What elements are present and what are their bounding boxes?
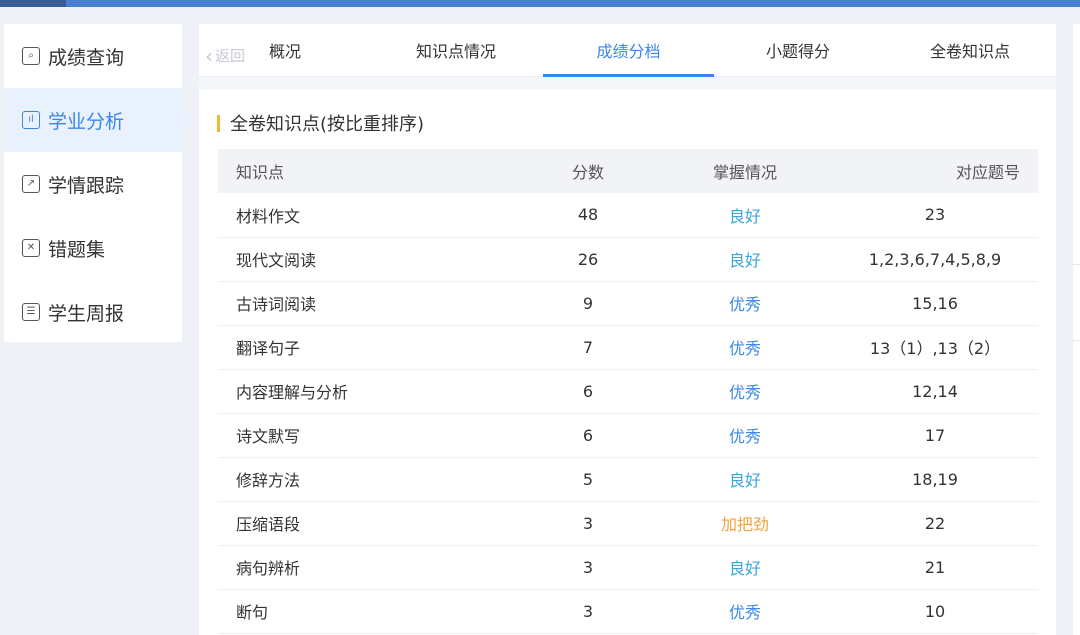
sidebar-item-label: 学业分析: [48, 110, 125, 133]
cell-score: 5: [582, 469, 594, 489]
cell-mastery: 良好: [728, 251, 761, 270]
table-row: 现代文阅读 26 良好 1,2,3,6,7,4,5,8,9: [218, 237, 1038, 281]
table-row: 翻译句子 7 优秀 13（1）,13（2）: [218, 325, 1038, 369]
cell-mastery: 良好: [728, 559, 761, 578]
cell-knowledge-point: 材料作文: [236, 206, 301, 226]
back-label: 返回: [215, 47, 246, 65]
cell-knowledge-point: 古诗词阅读: [236, 295, 317, 314]
header-score: 分数: [571, 163, 604, 182]
sidebar-item-label: 学情跟踪: [48, 174, 125, 197]
adjacent-panel-edge: [1073, 24, 1080, 635]
table-row: 诗文默写 6 优秀 17: [218, 413, 1038, 457]
cell-knowledge-point: 内容理解与分析: [236, 383, 349, 402]
cell-mastery: 优秀: [728, 339, 761, 358]
cell-score: 6: [582, 425, 594, 445]
cell-question-numbers: 17: [924, 425, 946, 445]
cell-mastery: 良好: [728, 471, 761, 490]
header-mastery: 掌握情况: [712, 163, 777, 182]
table-row: 病句辨析 3 良好 21: [218, 545, 1038, 589]
cell-question-numbers: 13（1）,13（2）: [869, 339, 1001, 358]
cell-knowledge-point: 翻译句子: [236, 339, 301, 358]
cell-mastery: 良好: [728, 206, 761, 226]
divider: [1073, 264, 1080, 265]
tab-divider: [199, 77, 1056, 90]
trend-icon: ↗: [22, 175, 40, 193]
cell-knowledge-point: 病句辨析: [236, 559, 301, 578]
tab-question-scores[interactable]: 小题得分: [752, 38, 844, 77]
table-row: 材料作文 48 良好 23: [218, 193, 1038, 237]
cell-mastery: 优秀: [728, 295, 761, 314]
tab-overview[interactable]: 概况: [255, 38, 315, 77]
cell-knowledge-point: 修辞方法: [236, 471, 301, 490]
cell-score: 48: [577, 205, 599, 225]
cell-knowledge-point: 压缩语段: [236, 515, 301, 534]
top-bar: [0, 0, 1080, 7]
table-row: 古诗词阅读 9 优秀 15,16: [218, 281, 1038, 325]
close-box-icon: ✕: [22, 239, 40, 257]
table-header-row: 知识点 分数 掌握情况 对应题号: [218, 149, 1038, 193]
cell-question-numbers: 12,14: [912, 381, 958, 401]
sidebar-item-score-query[interactable]: ⌕ 成绩查询: [4, 24, 182, 88]
table-row: 修辞方法 5 良好 18,19: [218, 457, 1038, 501]
cell-score: 9: [582, 293, 594, 313]
cell-score: 26: [577, 249, 599, 269]
section-title-text: 全卷知识点(按比重排序): [230, 114, 425, 135]
cell-question-numbers: 10: [924, 601, 946, 621]
bar-chart-icon: ıl: [22, 111, 40, 129]
sidebar-item-academic-analysis[interactable]: ıl 学业分析: [4, 88, 194, 152]
table-row: 压缩语段 3 加把劲 22: [218, 501, 1038, 545]
cell-question-numbers: 18,19: [912, 469, 958, 489]
sidebar-item-learning-tracking[interactable]: ↗ 学情跟踪: [4, 152, 182, 216]
table-row: 内容理解与分析 6 优秀 12,14: [218, 369, 1038, 413]
cell-question-numbers: 23: [924, 205, 946, 225]
main-panel: ‹ 返回 概况 知识点情况 成绩分档 小题得分 全卷知识点 全卷知识点(按比重排…: [199, 24, 1056, 635]
cell-question-numbers: 15,16: [912, 293, 958, 313]
cell-knowledge-point: 现代文阅读: [236, 251, 317, 270]
knowledge-table: 知识点 分数 掌握情况 对应题号 材料作文 48 良好 23 现代文阅读 26 良好 1,2…: [218, 149, 1038, 634]
divider: [1073, 340, 1080, 341]
cell-question-numbers: 22: [924, 513, 946, 533]
sidebar-item-label: 错题集: [48, 238, 106, 261]
top-bar-logo-area: [0, 0, 66, 7]
cell-question-numbers: 1,2,3,6,7,4,5,8,9: [868, 249, 1002, 269]
cell-mastery: 加把劲: [720, 515, 769, 534]
search-icon: ⌕: [22, 47, 40, 65]
cell-knowledge-point: 诗文默写: [236, 427, 301, 446]
cell-mastery: 优秀: [728, 427, 761, 446]
header-question-numbers: 对应题号: [955, 163, 1020, 182]
cell-score: 3: [582, 513, 594, 533]
section-marker: [217, 114, 220, 132]
sidebar-item-weekly-report[interactable]: ☰ 学生周报: [4, 280, 182, 344]
sidebar: ⌕ 成绩查询 ıl 学业分析 ↗ 学情跟踪 ✕ 错题集 ☰ 学生周报: [4, 24, 194, 344]
tab-score-levels[interactable]: 成绩分档: [543, 38, 714, 77]
tab-knowledge-status[interactable]: 知识点情况: [401, 38, 511, 77]
header-knowledge-point: 知识点: [236, 163, 285, 182]
table-row: 断句 3 优秀 10: [218, 589, 1038, 633]
cell-mastery: 优秀: [728, 383, 761, 402]
list-icon: ☰: [22, 303, 40, 321]
sidebar-item-label: 学生周报: [48, 302, 125, 325]
tab-bar: ‹ 返回 概况 知识点情况 成绩分档 小题得分 全卷知识点: [199, 24, 1056, 77]
cell-mastery: 优秀: [728, 603, 761, 622]
cell-knowledge-point: 断句: [236, 603, 269, 622]
sidebar-item-wrong-questions[interactable]: ✕ 错题集: [4, 216, 182, 280]
cell-score: 3: [582, 601, 594, 621]
cell-score: 6: [582, 381, 594, 401]
cell-score: 7: [582, 337, 594, 357]
section-title: 全卷知识点(按比重排序): [217, 110, 424, 136]
sidebar-item-label: 成绩查询: [48, 46, 125, 69]
chevron-left-icon: ‹: [205, 43, 213, 68]
tab-full-paper-knowledge[interactable]: 全卷知识点: [918, 38, 1022, 77]
back-button[interactable]: ‹ 返回: [205, 45, 245, 66]
cell-question-numbers: 21: [924, 557, 946, 577]
cell-score: 3: [582, 557, 594, 577]
